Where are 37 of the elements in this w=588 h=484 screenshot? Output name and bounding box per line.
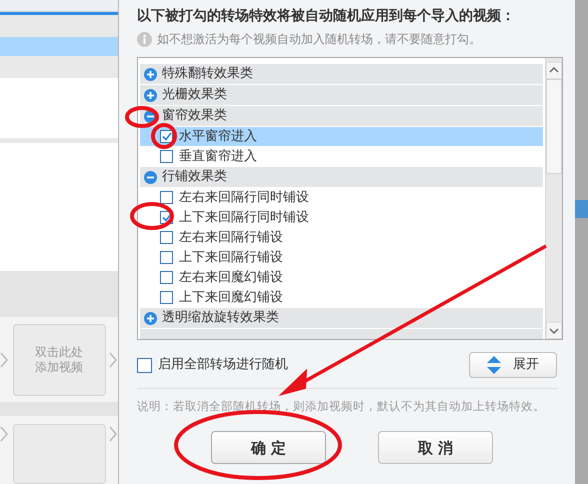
expand-icon[interactable]	[144, 68, 157, 80]
expand-icon[interactable]	[144, 312, 157, 324]
collapse-icon[interactable]	[144, 170, 157, 184]
info-text: 如不想激活为每个视频自动加入随机转场，请不要随意打勾。	[157, 31, 481, 48]
group-row[interactable]: 窗帘效果类	[140, 106, 543, 126]
expand-button[interactable]: 展开	[469, 352, 557, 378]
scroll-down-icon[interactable]	[546, 322, 562, 339]
checkbox[interactable]	[160, 231, 173, 244]
expand-icon[interactable]	[144, 88, 157, 102]
checkbox[interactable]	[160, 271, 173, 284]
checkbox[interactable]	[137, 358, 152, 372]
dialog-title: 以下被打勾的转场特效将被自动随机应用到每个导入的视频：	[137, 6, 516, 26]
check-icon	[162, 213, 172, 222]
card-text: 双击此处	[35, 344, 83, 360]
checkbox[interactable]	[160, 291, 173, 304]
chevron-icon	[0, 424, 9, 444]
group-row[interactable]: 特殊翻转效果类	[140, 64, 543, 84]
group-row[interactable]: 行铺效果类	[140, 167, 543, 187]
card-text: 添加视频	[35, 360, 83, 375]
up-down-arrows-icon	[487, 356, 501, 374]
checkbox[interactable]	[160, 251, 173, 264]
checkbox-label: 启用全部转场进行随机	[158, 356, 288, 374]
group-row[interactable]: 透明缩放旋转效果类	[140, 308, 543, 328]
collapse-icon[interactable]	[144, 110, 157, 122]
ok-button[interactable]: 确 定	[211, 431, 326, 464]
cancel-button[interactable]: 取 消	[378, 431, 493, 464]
checkbox[interactable]	[160, 191, 173, 204]
scroll-up-icon[interactable]	[546, 62, 562, 79]
checkbox[interactable]	[160, 130, 173, 143]
list-row[interactable]	[0, 14, 118, 37]
chevron-icon	[0, 350, 9, 370]
check-icon	[162, 132, 172, 141]
scrollbar[interactable]	[545, 58, 562, 339]
group-row[interactable]: 光栅效果类	[140, 85, 543, 105]
info-icon	[137, 32, 152, 46]
effect-item[interactable]: 水平窗帘进入	[140, 127, 543, 146]
checkbox[interactable]	[160, 150, 173, 163]
